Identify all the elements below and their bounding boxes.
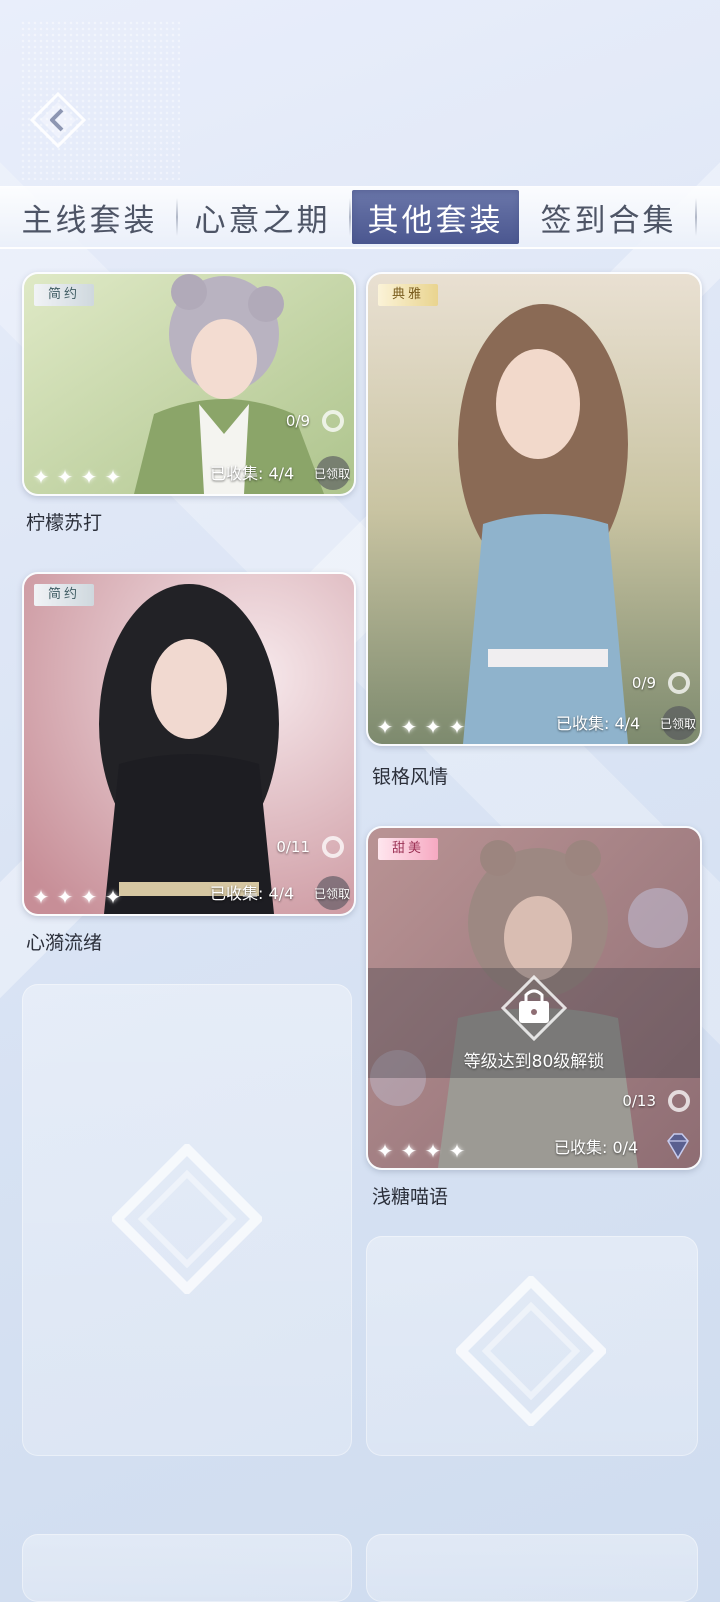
- sparkle-star-icon: ✦: [400, 1139, 418, 1163]
- outfit-card-light-sugar[interactable]: 甜美 等级达到80级解锁 0/13 ✦ ✦ ✦ ✦ 已收集: 0/4: [366, 826, 702, 1170]
- ring-icon: [668, 1090, 690, 1112]
- back-arrow-icon: [29, 91, 87, 149]
- progress-count: 0/11: [276, 838, 310, 856]
- claimed-label: 已领取: [313, 887, 350, 901]
- tab-other-outfits[interactable]: 其他套装: [352, 190, 519, 244]
- sparkle-star-icon: ✦: [56, 885, 74, 909]
- tab-main-outfits[interactable]: 主线套装: [6, 190, 178, 244]
- sparkle-star-icon: ✦: [32, 465, 50, 489]
- outfit-name: 柠檬苏打: [26, 512, 103, 534]
- outfit-illustration: [24, 274, 354, 494]
- sparkle-star-icon: ✦: [104, 465, 122, 489]
- sparkle-star-icon: ✦: [448, 715, 466, 739]
- claimed-label: 已领取: [313, 467, 350, 481]
- tab-label: 心意之期: [194, 202, 331, 239]
- sparkle-star-icon: ✦: [400, 715, 418, 739]
- style-tag: 简约: [34, 584, 95, 606]
- sparkle-star-icon: ✦: [424, 1139, 442, 1163]
- tab-checkin-collection[interactable]: 签到合集: [525, 190, 697, 244]
- ring-icon: [668, 672, 690, 694]
- sparkle-star-icon: ✦: [32, 885, 50, 909]
- tab-heart-period[interactable]: 心意之期: [179, 190, 351, 244]
- outfit-name: 银格风情: [372, 766, 449, 788]
- star-rating: ✦ ✦ ✦ ✦: [374, 1140, 468, 1162]
- sparkle-star-icon: ✦: [376, 715, 394, 739]
- collected-count: 已收集: 0/4: [554, 1138, 639, 1157]
- unlock-requirement: 等级达到80级解锁: [463, 1051, 605, 1072]
- tab-divider: [695, 198, 697, 236]
- empty-outfit-slot: [366, 1534, 698, 1602]
- tab-label: 其他套装: [367, 202, 504, 239]
- diamond-icon: [667, 1133, 689, 1160]
- style-tag: 简约: [34, 284, 95, 306]
- star-rating: ✦ ✦ ✦ ✦: [30, 886, 124, 908]
- star-rating: ✦ ✦ ✦ ✦: [374, 716, 468, 738]
- collected-count: 已收集: 4/4: [556, 714, 641, 733]
- tab-divider: [176, 198, 178, 236]
- sparkle-star-icon: ✦: [56, 465, 74, 489]
- sparkle-star-icon: ✦: [448, 1139, 466, 1163]
- sparkle-star-icon: ✦: [424, 715, 442, 739]
- outfit-card-heart-ripple[interactable]: 简约 0/11 ✦ ✦ ✦ ✦ 已收集: 4/4 已领取: [22, 572, 356, 916]
- sparkle-star-icon: ✦: [104, 885, 122, 909]
- tab-label: 主线套装: [21, 202, 158, 239]
- tab-divider: [349, 198, 351, 236]
- style-tag: 典雅: [378, 284, 439, 306]
- empty-outfit-slot: [366, 1236, 698, 1456]
- progress-count: 0/13: [622, 1092, 656, 1110]
- empty-outfit-slot: [22, 1534, 352, 1602]
- sparkle-star-icon: ✦: [376, 1139, 394, 1163]
- star-rating: ✦ ✦ ✦ ✦: [30, 466, 124, 488]
- empty-outfit-slot: [22, 984, 352, 1456]
- sparkle-star-icon: ✦: [80, 885, 98, 909]
- collected-count: 已收集: 4/4: [210, 884, 295, 903]
- back-button[interactable]: [28, 90, 88, 150]
- progress-count: 0/9: [631, 674, 656, 692]
- outfit-name: 心漪流绪: [26, 932, 103, 954]
- style-tag: 甜美: [378, 838, 439, 860]
- claimed-label: 已领取: [659, 717, 696, 731]
- collected-count: 已收集: 4/4: [210, 464, 295, 483]
- category-tabs: 主线套装 心意之期 其他套装 签到合集: [0, 186, 720, 249]
- diamond-emblem-icon: [456, 1276, 606, 1426]
- tab-label: 签到合集: [540, 202, 677, 239]
- lock-overlay: 等级达到80级解锁: [368, 968, 700, 1078]
- lock-icon: [501, 974, 567, 1041]
- ring-icon: [322, 410, 344, 432]
- diamond-emblem-icon: [112, 1144, 262, 1294]
- progress-count: 0/9: [285, 412, 310, 430]
- ring-icon: [322, 836, 344, 858]
- outfit-card-lemon-soda[interactable]: 简约 0/9 ✦ ✦ ✦ ✦ 已收集: 4/4 已领取: [22, 272, 356, 496]
- outfit-card-silver-grid[interactable]: 典雅 0/9 ✦ ✦ ✦ ✦ 已收集: 4/4 已领取: [366, 272, 702, 746]
- outfit-name: 浅糖喵语: [372, 1186, 449, 1208]
- outfit-illustration: [24, 574, 354, 914]
- sparkle-star-icon: ✦: [80, 465, 98, 489]
